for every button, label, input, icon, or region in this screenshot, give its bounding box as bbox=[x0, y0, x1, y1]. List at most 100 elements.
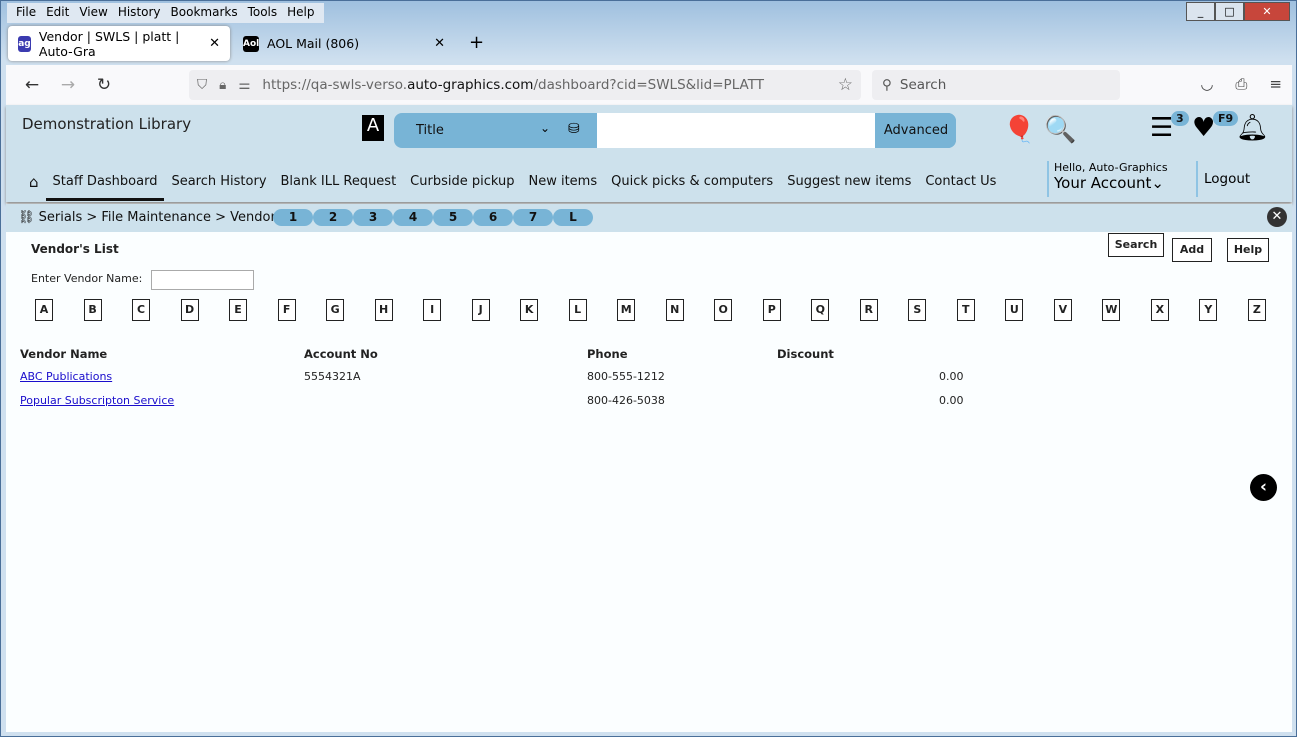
permissions-icon: ⚌ bbox=[238, 77, 251, 93]
close-tab-icon[interactable]: ✕ bbox=[434, 36, 445, 51]
letter-k-button[interactable]: K bbox=[520, 299, 539, 321]
logout-link[interactable]: Logout bbox=[1196, 161, 1250, 197]
nav-suggest-new-items[interactable]: Suggest new items bbox=[780, 173, 918, 201]
chevron-down-icon: ⌄ bbox=[1151, 174, 1164, 192]
letter-y-button[interactable]: Y bbox=[1199, 299, 1218, 321]
letter-p-button[interactable]: P bbox=[762, 299, 781, 321]
letter-h-button[interactable]: H bbox=[374, 299, 393, 321]
menu-file[interactable]: File bbox=[11, 3, 41, 23]
letter-m-button[interactable]: M bbox=[617, 299, 636, 321]
menu-bookmarks[interactable]: Bookmarks bbox=[166, 3, 243, 23]
menu-edit[interactable]: Edit bbox=[41, 3, 74, 23]
vendor-link[interactable]: ABC Publications bbox=[20, 370, 112, 383]
menu-view[interactable]: View bbox=[74, 3, 112, 23]
letter-e-button[interactable]: E bbox=[229, 299, 248, 321]
your-account[interactable]: Your Account bbox=[1054, 174, 1151, 192]
account-menu[interactable]: Hello, Auto-Graphics Your Account⌄ bbox=[1047, 161, 1168, 197]
letter-b-button[interactable]: B bbox=[83, 299, 102, 321]
column-discount: Discount bbox=[777, 347, 834, 361]
balloon-icon[interactable]: 🎈 bbox=[1003, 115, 1035, 145]
discount: 0.00 bbox=[939, 394, 964, 407]
url-bar[interactable]: ⛉ 🔒︎ ⚌ https://qa-swls-verso.auto-graphi… bbox=[189, 70, 861, 100]
nav-blank-ill-request[interactable]: Blank ILL Request bbox=[274, 173, 404, 201]
close-tab-icon[interactable]: ✕ bbox=[209, 36, 220, 51]
letter-x-button[interactable]: X bbox=[1150, 299, 1169, 321]
letter-v-button[interactable]: V bbox=[1053, 299, 1072, 321]
pill-3[interactable]: 3 bbox=[353, 209, 393, 226]
search-box: Title ⌄ ⛁ ⚲ bbox=[394, 113, 956, 148]
letter-f-button[interactable]: F bbox=[277, 299, 296, 321]
column-vendor-name: Vendor Name bbox=[20, 347, 108, 361]
hamburger-menu-icon[interactable]: ≡ bbox=[1269, 75, 1282, 93]
search-button[interactable]: Search bbox=[1108, 233, 1164, 257]
vendor-link[interactable]: Popular Subscripton Service bbox=[20, 394, 174, 407]
column-phone: Phone bbox=[587, 347, 628, 361]
pill-l[interactable]: L bbox=[553, 209, 593, 226]
minimize-button[interactable]: _ bbox=[1186, 2, 1215, 21]
nav-curbside-pickup[interactable]: Curbside pickup bbox=[403, 173, 521, 201]
breadcrumb: Serials > File Maintenance > Vendor bbox=[38, 210, 276, 225]
close-icon[interactable]: ✕ bbox=[1267, 207, 1287, 227]
back-icon[interactable]: ← bbox=[14, 75, 50, 95]
new-tab-icon[interactable]: + bbox=[469, 32, 484, 53]
add-button[interactable]: Add bbox=[1172, 238, 1212, 262]
letter-r-button[interactable]: R bbox=[859, 299, 878, 321]
letter-d-button[interactable]: D bbox=[180, 299, 199, 321]
reload-icon[interactable]: ↻ bbox=[86, 75, 122, 95]
chevron-left-icon[interactable]: ‹ bbox=[1250, 474, 1277, 501]
nav-search-history[interactable]: Search History bbox=[164, 173, 273, 201]
menu-help[interactable]: Help bbox=[282, 3, 319, 23]
menu-history[interactable]: History bbox=[113, 3, 166, 23]
search-input[interactable] bbox=[597, 113, 875, 148]
home-icon[interactable]: ⌂ bbox=[22, 173, 46, 201]
chevron-down-icon[interactable]: ⌄ bbox=[540, 121, 550, 135]
bookmark-star-icon[interactable]: ☆ bbox=[838, 75, 853, 95]
close-window-button[interactable]: ✕ bbox=[1244, 2, 1290, 21]
pill-5[interactable]: 5 bbox=[433, 209, 473, 226]
digital-search-icon[interactable]: 🔍 bbox=[1044, 115, 1076, 145]
nav-quick-picks[interactable]: Quick picks & computers bbox=[604, 173, 780, 201]
pill-6[interactable]: 6 bbox=[473, 209, 513, 226]
letter-w-button[interactable]: W bbox=[1102, 299, 1121, 321]
advanced-search-button[interactable]: Advanced bbox=[876, 113, 956, 148]
phone: 800-426-5038 bbox=[587, 394, 665, 407]
nav-new-items[interactable]: New items bbox=[521, 173, 604, 201]
letter-l-button[interactable]: L bbox=[568, 299, 587, 321]
bell-icon[interactable]: 🔔︎ bbox=[1236, 113, 1269, 143]
letter-z-button[interactable]: Z bbox=[1247, 299, 1266, 321]
maximize-button[interactable]: □ bbox=[1215, 2, 1244, 21]
help-button[interactable]: Help bbox=[1227, 238, 1269, 262]
pill-2[interactable]: 2 bbox=[313, 209, 353, 226]
letter-g-button[interactable]: G bbox=[326, 299, 345, 321]
letter-a-button[interactable]: A bbox=[35, 299, 53, 321]
letter-t-button[interactable]: T bbox=[956, 299, 975, 321]
letter-i-button[interactable]: I bbox=[423, 299, 442, 321]
list-icon[interactable]: ☰ bbox=[1150, 113, 1173, 143]
print-icon[interactable]: ⎙ bbox=[1235, 75, 1247, 93]
tab-aol-mail[interactable]: Aol AOL Mail (806) ✕ bbox=[233, 26, 455, 61]
letter-j-button[interactable]: J bbox=[471, 299, 490, 321]
heart-icon[interactable]: ♥ bbox=[1192, 113, 1215, 143]
language-icon[interactable]: A bbox=[362, 115, 384, 141]
pocket-icon[interactable]: ◡ bbox=[1200, 75, 1213, 93]
menu-tools[interactable]: Tools bbox=[243, 3, 283, 23]
pill-1[interactable]: 1 bbox=[273, 209, 313, 226]
tab-vendor[interactable]: ag Vendor | SWLS | platt | Auto-Gra ✕ bbox=[8, 26, 230, 61]
letter-n-button[interactable]: N bbox=[665, 299, 684, 321]
letter-u-button[interactable]: U bbox=[1005, 299, 1024, 321]
letter-q-button[interactable]: Q bbox=[811, 299, 830, 321]
nav-contact-us[interactable]: Contact Us bbox=[918, 173, 1003, 201]
search-type-select[interactable]: Title bbox=[416, 123, 444, 138]
pill-4[interactable]: 4 bbox=[393, 209, 433, 226]
letter-o-button[interactable]: O bbox=[714, 299, 733, 321]
greeting: Hello, Auto-Graphics bbox=[1054, 161, 1168, 174]
nav-staff-dashboard[interactable]: Staff Dashboard bbox=[45, 173, 165, 201]
menu-bar: File Edit View History Bookmarks Tools H… bbox=[7, 3, 324, 23]
database-icon[interactable]: ⛁ bbox=[568, 121, 580, 137]
forward-icon[interactable]: → bbox=[50, 75, 86, 95]
letter-c-button[interactable]: C bbox=[132, 299, 151, 321]
browser-search-input[interactable]: ⚲ Search bbox=[872, 70, 1120, 100]
pill-7[interactable]: 7 bbox=[513, 209, 553, 226]
vendor-name-input[interactable] bbox=[151, 270, 254, 290]
letter-s-button[interactable]: S bbox=[908, 299, 927, 321]
